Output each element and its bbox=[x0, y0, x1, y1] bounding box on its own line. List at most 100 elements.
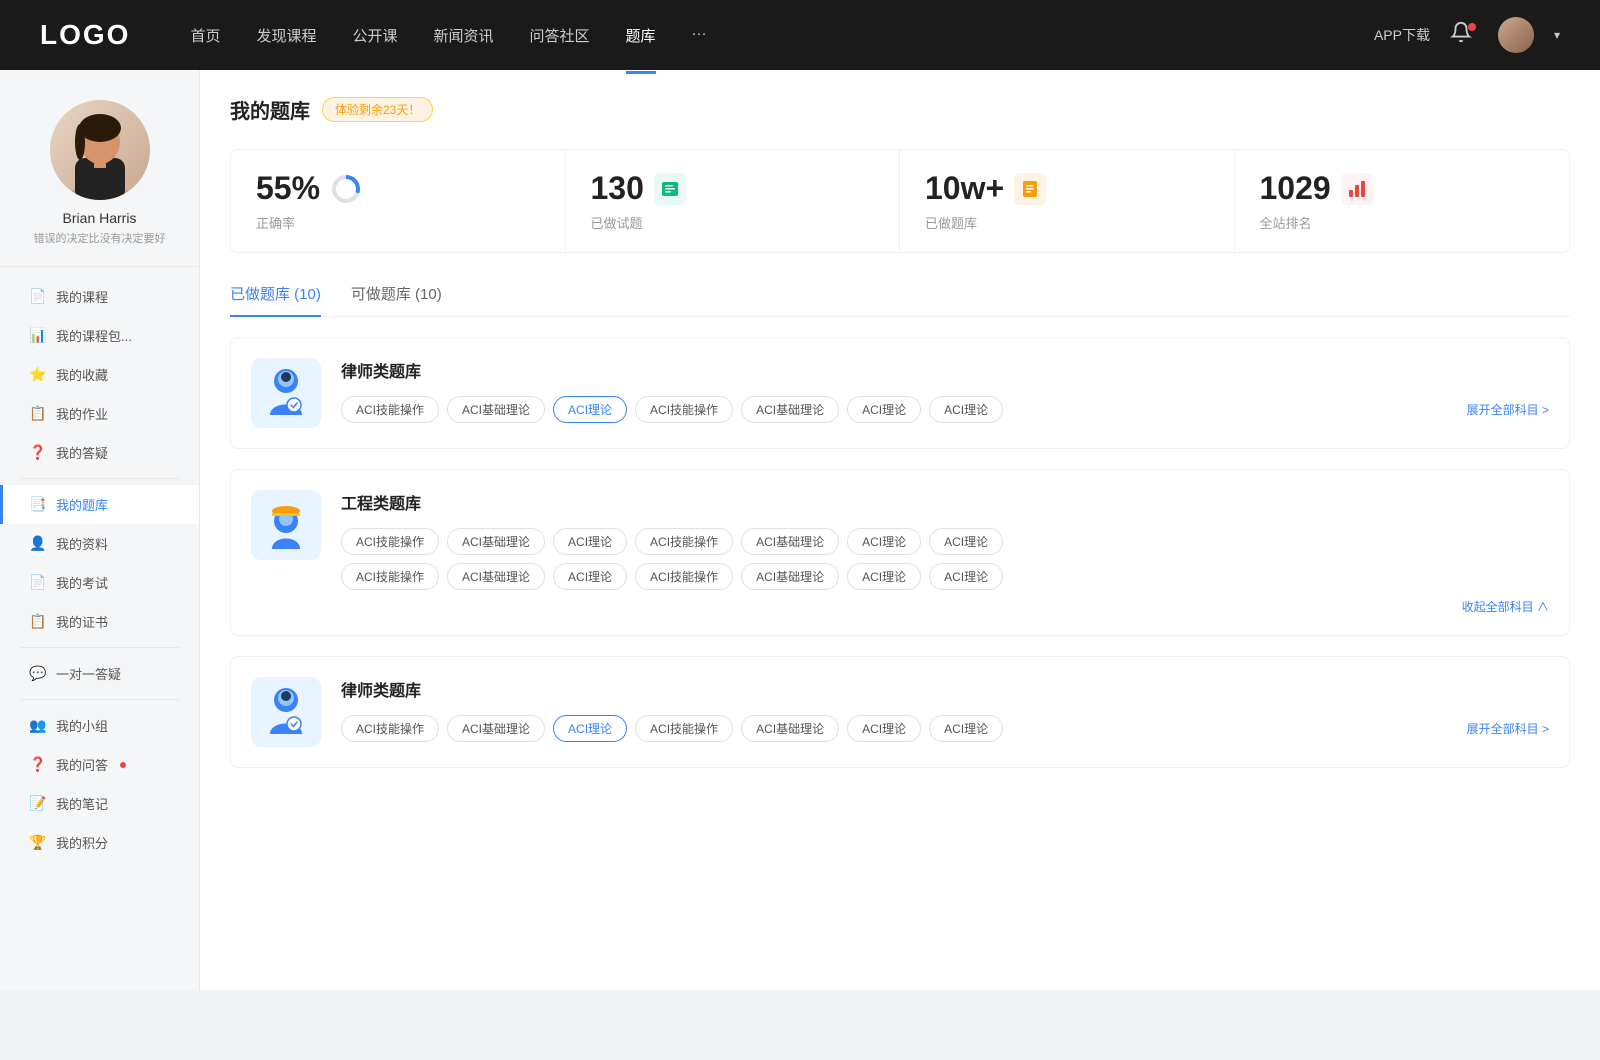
tags-row1-bank-2: ACI技能操作 ACI基础理论 ACI理论 ACI技能操作 ACI基础理论 ACI理论 AC… bbox=[341, 528, 1549, 555]
tag-bank-3-2[interactable]: ACI理论 bbox=[553, 715, 627, 742]
stat-value-0: 55% bbox=[256, 170, 320, 207]
tag-bank-1-4[interactable]: ACI基础理论 bbox=[741, 396, 839, 423]
sidebar-label-my-homework: 我的作业 bbox=[56, 404, 108, 423]
stat-label-0: 正确率 bbox=[256, 213, 540, 232]
tag-bank-1-6[interactable]: ACI理论 bbox=[929, 396, 1003, 423]
sidebar-label-my-courses: 我的课程 bbox=[56, 287, 108, 306]
nav-link-···[interactable]: ··· bbox=[692, 21, 707, 50]
nav-link-公开课[interactable]: 公开课 bbox=[352, 21, 397, 50]
tag-bank-3-0[interactable]: ACI技能操作 bbox=[341, 715, 439, 742]
stat-card-0: 55% 正确率 bbox=[231, 150, 566, 252]
nav-link-题库[interactable]: 题库 bbox=[626, 21, 656, 50]
page-wrapper: Brian Harris 错误的决定比没有决定要好 📄我的课程📊我的课程包...… bbox=[0, 70, 1600, 990]
tag-r1-bank-2-2[interactable]: ACI理论 bbox=[553, 528, 627, 555]
sidebar-item-my-homework[interactable]: 📋我的作业 bbox=[0, 394, 199, 433]
page-header: 我的题库 体验剩余23天！ bbox=[230, 95, 1570, 124]
tag-r2-bank-2-2[interactable]: ACI理论 bbox=[553, 563, 627, 590]
sidebar-icon-my-packages: 📊 bbox=[30, 328, 46, 344]
sidebar-item-my-packages[interactable]: 📊我的课程包... bbox=[0, 316, 199, 355]
bank-name-bank-1: 律师类题库 bbox=[341, 358, 1549, 382]
bank-name-bank-2: 工程类题库 bbox=[341, 490, 1549, 514]
tag-bank-1-3[interactable]: ACI技能操作 bbox=[635, 396, 733, 423]
tag-bank-1-2[interactable]: ACI理论 bbox=[553, 396, 627, 423]
collapse-link-bank-2[interactable]: 收起全部科目 ∧ bbox=[1462, 598, 1549, 615]
tag-bank-1-0[interactable]: ACI技能操作 bbox=[341, 396, 439, 423]
nav-link-发现课程[interactable]: 发现课程 bbox=[256, 21, 316, 50]
tag-bank-3-1[interactable]: ACI基础理论 bbox=[447, 715, 545, 742]
tag-bank-3-6[interactable]: ACI理论 bbox=[929, 715, 1003, 742]
tag-r2-bank-2-5[interactable]: ACI理论 bbox=[847, 563, 921, 590]
tag-r1-bank-2-6[interactable]: ACI理论 bbox=[929, 528, 1003, 555]
user-avatar[interactable] bbox=[1498, 17, 1534, 53]
sidebar-icon-my-points: 🏆 bbox=[30, 835, 46, 851]
tag-r1-bank-2-0[interactable]: ACI技能操作 bbox=[341, 528, 439, 555]
tag-r2-bank-2-4[interactable]: ACI基础理论 bbox=[741, 563, 839, 590]
sidebar-divider bbox=[20, 699, 179, 700]
tag-bank-3-5[interactable]: ACI理论 bbox=[847, 715, 921, 742]
sidebar-icon-my-notes: 📝 bbox=[30, 796, 46, 812]
tag-r2-bank-2-0[interactable]: ACI技能操作 bbox=[341, 563, 439, 590]
sidebar-label-my-bank: 我的题库 bbox=[56, 495, 108, 514]
tab-1[interactable]: 可做题库 (10) bbox=[351, 283, 442, 316]
tag-r1-bank-2-4[interactable]: ACI基础理论 bbox=[741, 528, 839, 555]
tag-r2-bank-2-3[interactable]: ACI技能操作 bbox=[635, 563, 733, 590]
sidebar-item-my-courses[interactable]: 📄我的课程 bbox=[0, 277, 199, 316]
tag-bank-3-4[interactable]: ACI基础理论 bbox=[741, 715, 839, 742]
nav-link-问答社区[interactable]: 问答社区 bbox=[530, 21, 590, 50]
profile-avatar[interactable] bbox=[50, 100, 150, 200]
stats-row: 55%正确率130已做试题10w+已做题库1029全站排名 bbox=[230, 149, 1570, 253]
sidebar-item-my-qa[interactable]: ❓ 我的答疑 bbox=[0, 433, 199, 472]
tags-row-bank-1: ACI技能操作 ACI基础理论 ACI理论 ACI技能操作 ACI基础理论 ACI理论 AC… bbox=[341, 396, 1549, 423]
notification-dot bbox=[1468, 23, 1476, 31]
nav-right: APP下载 ▾ bbox=[1374, 17, 1560, 53]
sidebar-label-my-favorites: 我的收藏 bbox=[56, 365, 108, 384]
expand-link-bank-1[interactable]: 展开全部科目 > bbox=[1467, 401, 1549, 418]
tag-r1-bank-2-3[interactable]: ACI技能操作 bbox=[635, 528, 733, 555]
user-menu-chevron[interactable]: ▾ bbox=[1554, 28, 1560, 42]
bank-card-bank-2: 工程类题库ACI技能操作ACI基础理论ACI理论ACI技能操作ACI基础理论AC… bbox=[230, 469, 1570, 636]
bank-icon-bank-2 bbox=[251, 490, 321, 560]
tabs-row: 已做题库 (10) 可做题库 (10) bbox=[230, 283, 1570, 317]
sidebar-icon-my-bank: 📑 bbox=[30, 497, 46, 513]
sidebar-item-my-group[interactable]: 👥我的小组 bbox=[0, 706, 199, 745]
tag-r1-bank-2-5[interactable]: ACI理论 bbox=[847, 528, 921, 555]
tag-r1-bank-2-1[interactable]: ACI基础理论 bbox=[447, 528, 545, 555]
expand-link-bank-3[interactable]: 展开全部科目 > bbox=[1467, 720, 1549, 737]
sidebar-item-my-exam[interactable]: 📄我的考试 bbox=[0, 563, 199, 602]
bank-cards: 律师类题库ACI技能操作ACI基础理论ACI理论ACI技能操作ACI基础理论AC… bbox=[230, 337, 1570, 768]
sidebar-item-my-points[interactable]: 🏆我的积分 bbox=[0, 823, 199, 862]
tag-bank-1-1[interactable]: ACI基础理论 bbox=[447, 396, 545, 423]
sidebar-divider bbox=[20, 647, 179, 648]
tag-bank-1-5[interactable]: ACI理论 bbox=[847, 396, 921, 423]
stat-label-3: 全站排名 bbox=[1260, 213, 1545, 232]
sidebar-icon-my-profile: 👤 bbox=[30, 536, 46, 552]
app-download-link[interactable]: APP下载 bbox=[1374, 25, 1430, 45]
stat-value-2: 10w+ bbox=[925, 170, 1004, 207]
tag-r2-bank-2-1[interactable]: ACI基础理论 bbox=[447, 563, 545, 590]
sidebar-label-my-qa: 我的答疑 bbox=[56, 443, 108, 462]
sidebar-item-one-on-one[interactable]: 💬一对一答疑 bbox=[0, 654, 199, 693]
sidebar-icon-my-favorites: ⭐ bbox=[30, 367, 46, 383]
tag-bank-3-3[interactable]: ACI技能操作 bbox=[635, 715, 733, 742]
sidebar-label-my-cert: 我的证书 bbox=[56, 612, 108, 631]
tag-r2-bank-2-6[interactable]: ACI理论 bbox=[929, 563, 1003, 590]
profile-motto: 错误的决定比没有决定要好 bbox=[24, 230, 176, 246]
trial-badge: 体验剩余23天！ bbox=[322, 97, 433, 122]
tab-0[interactable]: 已做题库 (10) bbox=[230, 283, 321, 316]
sidebar-icon-my-qa: ❓ bbox=[30, 445, 46, 461]
stat-icon-1 bbox=[654, 173, 686, 205]
nav-link-首页[interactable]: 首页 bbox=[190, 21, 220, 50]
sidebar-label-my-notes: 我的笔记 bbox=[56, 794, 108, 813]
bell-icon[interactable] bbox=[1450, 21, 1478, 49]
sidebar-item-my-bank[interactable]: 📑 我的题库 bbox=[0, 485, 199, 524]
sidebar-item-my-cert[interactable]: 📋我的证书 bbox=[0, 602, 199, 641]
sidebar-label-my-exam: 我的考试 bbox=[56, 573, 108, 592]
sidebar-label-my-profile: 我的资料 bbox=[56, 534, 108, 553]
sidebar-item-my-notes[interactable]: 📝 我的笔记 bbox=[0, 784, 199, 823]
sidebar-item-my-favorites[interactable]: ⭐ 我的收藏 bbox=[0, 355, 199, 394]
sidebar-item-my-profile[interactable]: 👤 我的资料 bbox=[0, 524, 199, 563]
nav-link-新闻资讯[interactable]: 新闻资讯 bbox=[434, 21, 494, 50]
sidebar-item-my-questions[interactable]: ❓我的问答 bbox=[0, 745, 199, 784]
tags-row-bank-3: ACI技能操作 ACI基础理论 ACI理论 ACI技能操作 ACI基础理论 ACI理论 AC… bbox=[341, 715, 1549, 742]
sidebar-icon-one-on-one: 💬 bbox=[30, 666, 46, 682]
